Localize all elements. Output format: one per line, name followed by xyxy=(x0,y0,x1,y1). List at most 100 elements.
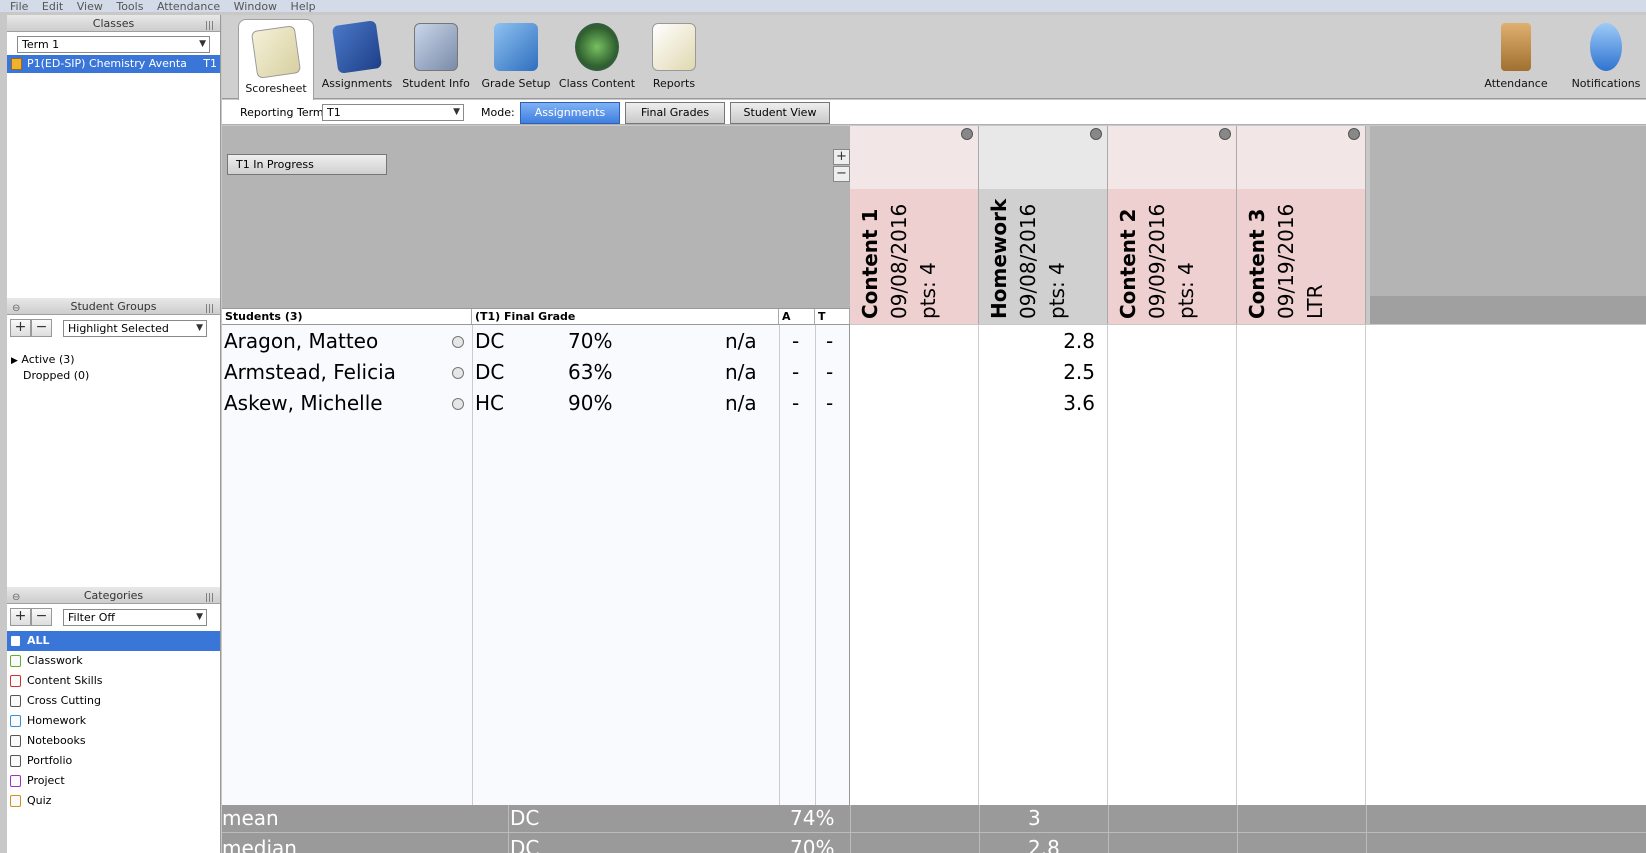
stat-label: median xyxy=(222,836,297,853)
remove-category-button[interactable]: − xyxy=(31,608,52,626)
category-item[interactable]: Homework xyxy=(7,711,220,731)
group-dropped[interactable]: Dropped (0) xyxy=(11,368,220,384)
students-column-header[interactable]: Students (3) xyxy=(222,309,472,324)
stat-row: median DC 70% 2.8 xyxy=(222,833,1646,853)
t-column-header[interactable]: T xyxy=(815,309,850,324)
add-group-button[interactable]: + xyxy=(10,319,31,337)
main-toolbar: Scoresheet Assignments Student Info Grad… xyxy=(222,15,1646,100)
class-content-button[interactable]: Class Content xyxy=(556,15,638,99)
assignment-name: Content 1 xyxy=(858,208,882,319)
score-cell[interactable]: 3.6 xyxy=(1063,391,1095,415)
assignment-options-icon[interactable] xyxy=(961,128,973,140)
reports-button[interactable]: Reports xyxy=(642,15,706,99)
assignment-options-icon[interactable] xyxy=(1348,128,1360,140)
reporting-term-select[interactable]: T1 ▼ xyxy=(322,104,464,121)
category-item[interactable]: Classwork xyxy=(7,651,220,671)
student-row[interactable]: Askew, Michelle HC 90% n/a - - xyxy=(222,387,850,419)
assignment-name: Content 2 xyxy=(1116,208,1140,319)
group-highlight-value: Highlight Selected xyxy=(68,322,169,335)
toolbar-label: Scoresheet xyxy=(245,82,307,95)
student-t-value: - xyxy=(826,391,834,415)
term-progress-button[interactable]: T1 In Progress xyxy=(227,154,387,175)
group-active[interactable]: ▶ Active (3) xyxy=(11,352,220,368)
classes-panel-header: Classes ||| xyxy=(7,15,220,32)
menu-window[interactable]: Window xyxy=(234,0,277,12)
category-item[interactable]: Project xyxy=(7,771,220,791)
mode-assignments-button[interactable]: Assignments xyxy=(520,102,620,124)
student-row[interactable]: Aragon, Matteo DC 70% n/a - - xyxy=(222,325,850,357)
final-grade-column-header[interactable]: (T1) Final Grade xyxy=(472,309,779,324)
menu-view[interactable]: View xyxy=(77,0,103,12)
student-list: Aragon, Matteo DC 70% n/a - - Armstead, Felici… xyxy=(222,325,850,805)
zoom-in-button[interactable]: + xyxy=(833,149,850,165)
student-menu-icon[interactable] xyxy=(452,367,464,379)
student-row[interactable]: Armstead, Felicia DC 63% n/a - - xyxy=(222,356,850,388)
student-percent: 63% xyxy=(568,360,613,384)
mode-student-view-button[interactable]: Student View xyxy=(730,102,830,124)
assignment-header-top xyxy=(979,126,1107,189)
class-row-selected[interactable]: P1(ED-SIP) Chemistry Aventa T1 xyxy=(7,55,220,73)
group-highlight-select[interactable]: Highlight Selected ▼ xyxy=(63,320,207,337)
category-item[interactable]: Content Skills xyxy=(7,671,220,691)
assignment-extra: LTR xyxy=(1303,284,1327,319)
category-label: Classwork xyxy=(27,654,83,667)
student-table-header: Students (3) (T1) Final Grade A T xyxy=(222,308,850,325)
assignment-column-header[interactable]: Homework 09/08/2016 pts: 4 xyxy=(979,126,1108,324)
stat-row: mean DC 74% 3 xyxy=(222,803,1646,833)
category-filter-select[interactable]: Filter Off ▼ xyxy=(63,609,207,626)
stat-percent: 70% xyxy=(790,836,835,853)
assignment-column-header[interactable]: Content 1 09/08/2016 pts: 4 xyxy=(850,126,979,324)
menu-attendance[interactable]: Attendance xyxy=(157,0,220,12)
category-item[interactable]: Portfolio xyxy=(7,751,220,771)
student-name: Aragon, Matteo xyxy=(224,329,379,353)
category-item[interactable]: ALL xyxy=(7,631,220,651)
mode-label: Mode: xyxy=(481,106,515,119)
assignment-column-header[interactable]: Content 3 09/19/2016 LTR xyxy=(1237,126,1366,324)
attendance-button[interactable]: Attendance xyxy=(1476,15,1556,99)
student-name: Armstead, Felicia xyxy=(224,360,396,384)
menu-file[interactable]: File xyxy=(10,0,28,12)
menu-tools[interactable]: Tools xyxy=(116,0,143,12)
category-item[interactable]: Notebooks xyxy=(7,731,220,751)
group-label: Dropped (0) xyxy=(23,369,90,382)
notifications-button[interactable]: Notifications xyxy=(1566,15,1646,99)
category-icon xyxy=(10,735,21,747)
remove-group-button[interactable]: − xyxy=(31,319,52,337)
score-cell[interactable]: 2.8 xyxy=(1063,329,1095,353)
reports-icon xyxy=(652,23,696,71)
a-column-header[interactable]: A xyxy=(779,309,815,324)
score-cell[interactable]: 2.5 xyxy=(1063,360,1095,384)
student-info-button[interactable]: Student Info xyxy=(396,15,476,99)
term-select[interactable]: Term 1 ▼ xyxy=(17,36,210,53)
category-icon xyxy=(10,695,21,707)
assignment-options-icon[interactable] xyxy=(1090,128,1102,140)
student-menu-icon[interactable] xyxy=(452,398,464,410)
assignment-options-icon[interactable] xyxy=(1219,128,1231,140)
assignment-name: Content 3 xyxy=(1245,208,1269,319)
assignments-icon xyxy=(331,20,383,74)
category-item[interactable]: Cross Cutting xyxy=(7,691,220,711)
chevron-down-icon: ▼ xyxy=(453,107,460,117)
expand-triangle-icon[interactable]: ▶ xyxy=(11,356,18,366)
student-a-value: - xyxy=(792,391,800,415)
score-column xyxy=(1108,325,1237,805)
grade-setup-button[interactable]: Grade Setup xyxy=(478,15,554,99)
scoresheet-button[interactable]: Scoresheet xyxy=(238,19,314,100)
mode-final-grades-button[interactable]: Final Grades xyxy=(625,102,725,124)
menu-help[interactable]: Help xyxy=(291,0,316,12)
menu-bar: File Edit View Tools Attendance Window H… xyxy=(0,0,1646,12)
category-item[interactable]: Quiz xyxy=(7,791,220,811)
zoom-out-button[interactable]: − xyxy=(833,166,850,182)
assignments-button[interactable]: Assignments xyxy=(320,15,394,99)
add-category-button[interactable]: + xyxy=(10,608,31,626)
menu-edit[interactable]: Edit xyxy=(42,0,63,12)
term-select-value: Term 1 xyxy=(22,38,60,51)
category-list: ALL Classwork Content Skills Cross Cutting H… xyxy=(7,631,220,811)
panel-grip-icon[interactable]: ||| xyxy=(205,18,214,35)
student-menu-icon[interactable] xyxy=(452,336,464,348)
scoresheet-icon xyxy=(250,25,302,79)
reporting-term-value: T1 xyxy=(327,106,341,119)
stat-grade: DC xyxy=(510,806,540,830)
assignment-column-header[interactable]: Content 2 09/09/2016 pts: 4 xyxy=(1108,126,1237,324)
assignment-name: Homework xyxy=(987,198,1011,319)
